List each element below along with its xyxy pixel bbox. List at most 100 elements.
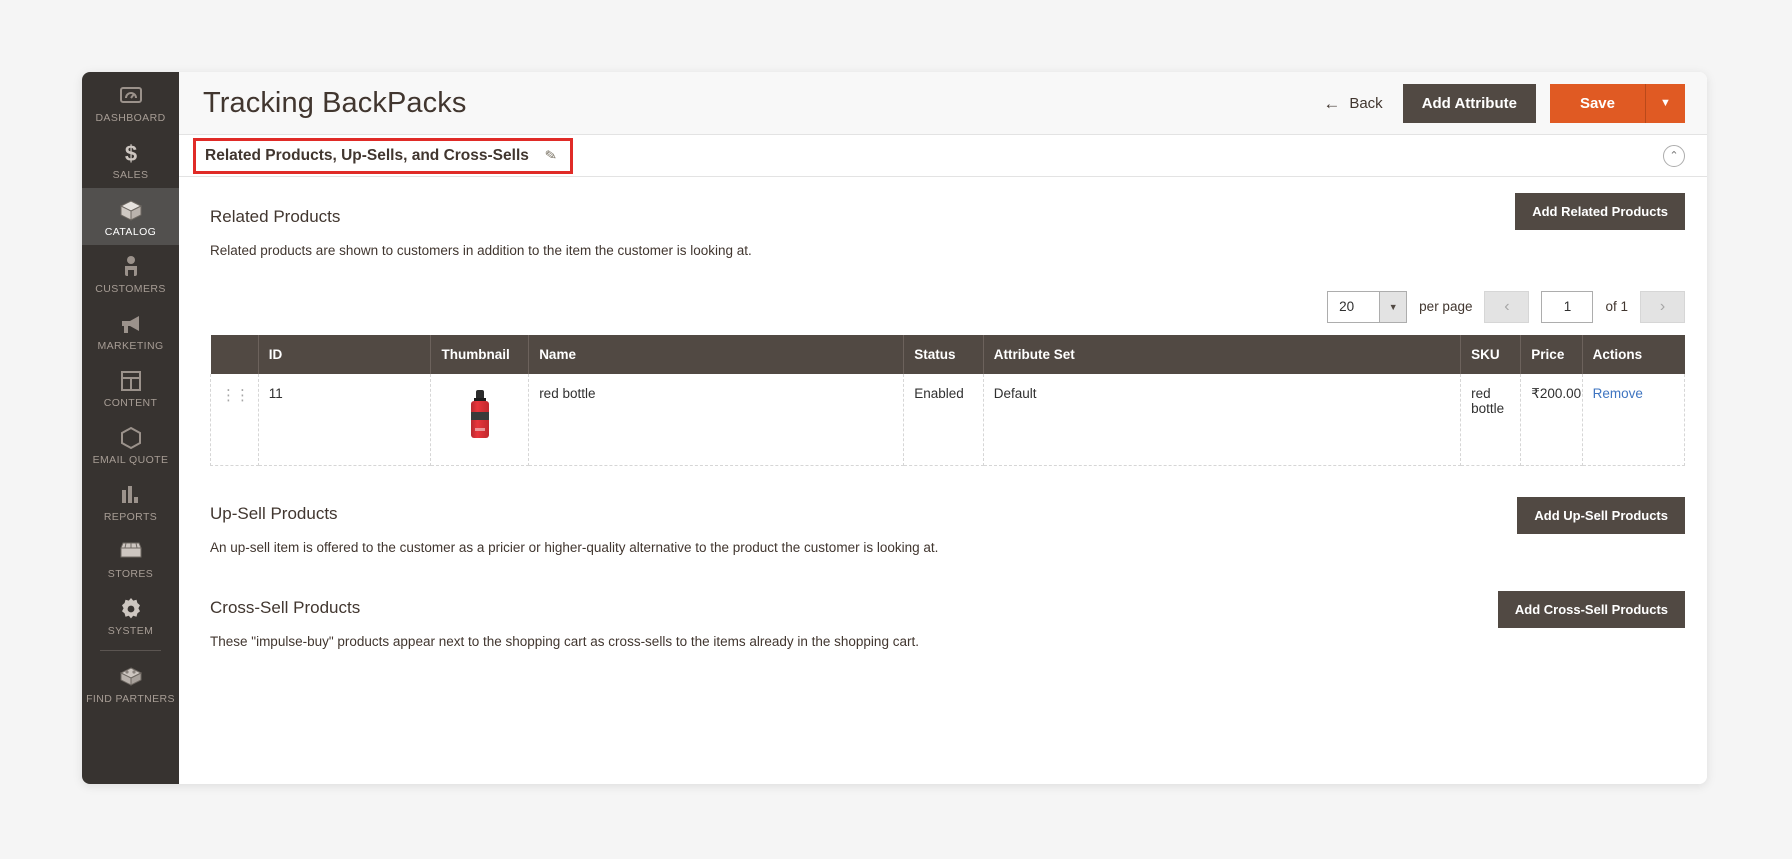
row-thumbnail-cell bbox=[430, 373, 530, 467]
cross-sell-products-description: These "impulse-buy" products appear next… bbox=[210, 634, 919, 650]
chevron-down-icon: ▼ bbox=[1379, 291, 1407, 322]
row-id: 11 bbox=[257, 373, 432, 467]
sidebar-item-label: CUSTOMERS bbox=[95, 283, 166, 295]
section-title: Related Products, Up-Sells, and Cross-Se… bbox=[205, 146, 529, 164]
sidebar-item-email-quote[interactable]: EMAIL QUOTE bbox=[82, 416, 179, 473]
save-split-button: Save ▼ bbox=[1549, 83, 1685, 123]
drag-handle-icon[interactable]: ⋮⋮ bbox=[221, 387, 250, 404]
table-header: ID Thumbnail Name Status Attribute Set S… bbox=[210, 334, 1685, 374]
sidebar-item-label: EMAIL QUOTE bbox=[92, 454, 169, 466]
row-attribute-set: Default bbox=[982, 373, 1462, 467]
sidebar-item-dashboard[interactable]: DASHBOARD bbox=[82, 74, 179, 131]
row-sku: red bottle bbox=[1460, 373, 1522, 467]
sidebar-item-find-partners[interactable]: FIND PARTNERS bbox=[82, 655, 179, 712]
page-title: Tracking BackPacks bbox=[203, 86, 467, 119]
add-attribute-button[interactable]: Add Attribute bbox=[1402, 83, 1536, 123]
column-header-name[interactable]: Name bbox=[528, 334, 905, 374]
save-dropdown-button[interactable]: ▼ bbox=[1645, 83, 1685, 123]
page-number-input[interactable] bbox=[1541, 290, 1594, 323]
up-sell-products-block: Up-Sell Products An up-sell item is offe… bbox=[210, 497, 1685, 558]
row-price: ₹200.00 bbox=[1520, 373, 1583, 467]
sidebar-item-customers[interactable]: CUSTOMERS bbox=[82, 245, 179, 302]
back-button[interactable]: ← Back bbox=[1317, 91, 1388, 116]
back-button-label: Back bbox=[1349, 94, 1383, 112]
page-total-label: of 1 bbox=[1605, 299, 1628, 315]
sidebar-item-reports[interactable]: REPORTS bbox=[82, 473, 179, 530]
box-icon bbox=[82, 197, 179, 223]
add-related-products-button[interactable]: Add Related Products bbox=[1515, 193, 1685, 230]
sidebar-item-stores[interactable]: STORES bbox=[82, 530, 179, 587]
add-cross-sell-products-button[interactable]: Add Cross-Sell Products bbox=[1497, 591, 1685, 629]
column-header-sku[interactable]: SKU bbox=[1460, 334, 1522, 374]
pagination-controls: 20 ▼ per page ‹ of 1 › bbox=[210, 290, 1685, 323]
sidebar-item-label: DASHBOARD bbox=[95, 112, 166, 124]
per-page-label: per page bbox=[1419, 299, 1473, 315]
row-actions-cell: Remove bbox=[1581, 373, 1686, 467]
next-page-button[interactable]: › bbox=[1640, 290, 1685, 323]
collapse-section-icon[interactable]: ⌃ bbox=[1663, 144, 1685, 167]
extension-icon bbox=[82, 664, 179, 690]
storefront-icon bbox=[82, 539, 179, 565]
up-sell-products-description: An up-sell item is offered to the custom… bbox=[210, 540, 939, 556]
column-header-actions[interactable]: Actions bbox=[1582, 334, 1685, 374]
chevron-right-icon: › bbox=[1659, 297, 1666, 315]
sidebar-item-sales[interactable]: $ SALES bbox=[82, 131, 179, 188]
related-products-title: Related Products bbox=[210, 207, 341, 226]
admin-sidebar: DASHBOARD $ SALES CATALOG CUSTOMERS MARK… bbox=[82, 72, 179, 784]
sidebar-item-label: FIND PARTNERS bbox=[86, 693, 175, 705]
admin-window: DASHBOARD $ SALES CATALOG CUSTOMERS MARK… bbox=[82, 72, 1707, 784]
dashboard-icon bbox=[82, 83, 179, 109]
chevron-up-icon: ⌃ bbox=[1669, 150, 1679, 162]
table-header-row: ID Thumbnail Name Status Attribute Set S… bbox=[210, 334, 1685, 374]
column-header-id[interactable]: ID bbox=[258, 334, 432, 374]
sidebar-item-catalog[interactable]: CATALOG bbox=[82, 188, 179, 245]
remove-link[interactable]: Remove bbox=[1593, 386, 1643, 401]
cross-sell-products-block: Cross-Sell Products These "impulse-buy" … bbox=[210, 591, 1685, 652]
screenshot-root: DASHBOARD $ SALES CATALOG CUSTOMERS MARK… bbox=[0, 0, 1792, 859]
add-up-sell-products-button[interactable]: Add Up-Sell Products bbox=[1517, 497, 1685, 535]
hexagon-icon bbox=[82, 425, 179, 451]
dollar-icon: $ bbox=[82, 140, 179, 166]
related-products-table: ID Thumbnail Name Status Attribute Set S… bbox=[210, 334, 1686, 467]
main-content: Tracking BackPacks ← Back Add Attribute … bbox=[179, 72, 1707, 784]
person-icon bbox=[82, 254, 179, 280]
sidebar-item-content[interactable]: CONTENT bbox=[82, 359, 179, 416]
section-body: Related Products Related products are sh… bbox=[179, 177, 1707, 652]
sidebar-item-marketing[interactable]: MARKETING bbox=[82, 302, 179, 359]
previous-page-button[interactable]: ‹ bbox=[1484, 290, 1530, 323]
row-status: Enabled bbox=[903, 373, 984, 467]
layout-icon bbox=[82, 368, 179, 394]
table-body: ⋮⋮ 11 red bottle Enabled Default red bot… bbox=[210, 373, 1686, 467]
sidebar-item-system[interactable]: SYSTEM bbox=[82, 587, 179, 644]
column-header-price[interactable]: Price bbox=[1520, 334, 1583, 374]
column-header-thumbnail[interactable]: Thumbnail bbox=[430, 334, 530, 374]
pencil-edit-icon[interactable]: ✎ bbox=[543, 146, 558, 165]
sidebar-item-label: REPORTS bbox=[103, 511, 158, 523]
gear-icon bbox=[82, 596, 179, 622]
bar-chart-icon bbox=[82, 482, 179, 508]
sidebar-item-label: CATALOG bbox=[104, 226, 157, 238]
sidebar-item-label: SALES bbox=[112, 169, 149, 181]
column-header-attribute-set[interactable]: Attribute Set bbox=[983, 334, 1462, 374]
svg-text:$: $ bbox=[124, 141, 136, 165]
section-title-highlight[interactable]: Related Products, Up-Sells, and Cross-Se… bbox=[193, 137, 573, 174]
per-page-value: 20 bbox=[1339, 299, 1355, 315]
chevron-left-icon: ‹ bbox=[1504, 297, 1510, 315]
sidebar-divider bbox=[100, 650, 161, 651]
sidebar-item-label: MARKETING bbox=[97, 340, 164, 352]
cross-sell-products-title: Cross-Sell Products bbox=[210, 598, 361, 618]
sidebar-item-label: CONTENT bbox=[103, 397, 158, 409]
red-bottle-thumbnail bbox=[470, 389, 490, 438]
table-row[interactable]: ⋮⋮ 11 red bottle Enabled Default red bot… bbox=[210, 373, 1686, 467]
row-drag-cell[interactable]: ⋮⋮ bbox=[210, 373, 259, 467]
per-page-select[interactable]: 20 ▼ bbox=[1327, 290, 1408, 323]
page-header: Tracking BackPacks ← Back Add Attribute … bbox=[179, 72, 1707, 135]
save-button[interactable]: Save bbox=[1549, 83, 1645, 123]
column-header-handle[interactable] bbox=[210, 334, 259, 374]
chevron-down-icon: ▼ bbox=[1660, 97, 1671, 109]
megaphone-icon bbox=[82, 311, 179, 337]
up-sell-products-title: Up-Sell Products bbox=[210, 504, 338, 524]
column-header-status[interactable]: Status bbox=[903, 334, 984, 374]
row-name: red bottle bbox=[528, 373, 905, 467]
section-header-bar: Related Products, Up-Sells, and Cross-Se… bbox=[179, 135, 1707, 177]
